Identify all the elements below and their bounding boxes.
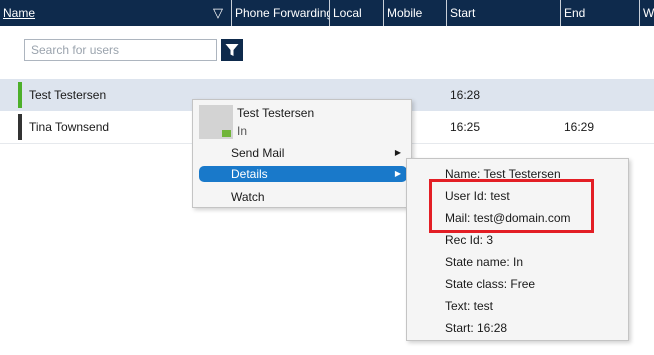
submenu-arrow-icon: ▶ bbox=[394, 169, 401, 178]
detail-text: Text: test bbox=[445, 299, 494, 313]
column-header-local[interactable]: Local bbox=[330, 0, 384, 26]
column-header-start-label: Start bbox=[450, 6, 476, 20]
row-start: 16:25 bbox=[450, 120, 481, 134]
avatar bbox=[199, 105, 233, 139]
highlight-annotation bbox=[429, 179, 594, 233]
column-header-start[interactable]: Start bbox=[447, 0, 561, 26]
menu-item-watch[interactable]: Watch bbox=[199, 188, 407, 206]
filter-button[interactable] bbox=[221, 39, 243, 61]
column-header-local-label: Local bbox=[333, 6, 362, 20]
detail-state-name: State name: In bbox=[445, 255, 524, 269]
row-name: Test Testersen bbox=[29, 88, 107, 102]
row-end: 16:29 bbox=[564, 120, 595, 134]
submenu-arrow-icon: ▶ bbox=[394, 148, 401, 157]
status-indicator bbox=[18, 82, 22, 108]
context-user-state: In bbox=[237, 124, 248, 138]
column-header-w-label: W bbox=[643, 6, 654, 20]
filter-icon bbox=[225, 44, 239, 56]
column-header-mobile-label: Mobile bbox=[387, 6, 423, 20]
column-header-mobile[interactable]: Mobile bbox=[384, 0, 447, 26]
detail-rec-id: Rec Id: 3 bbox=[445, 233, 494, 247]
column-header-phone-forwarding[interactable]: Phone Forwarding bbox=[232, 0, 330, 26]
detail-start: Start: 16:28 bbox=[445, 321, 508, 335]
column-header-end-label: End bbox=[564, 6, 586, 20]
column-header-name-label: Name bbox=[3, 6, 36, 20]
row-start: 16:28 bbox=[450, 88, 481, 102]
column-header-w[interactable]: W bbox=[640, 0, 654, 26]
menu-item-label: Details bbox=[231, 167, 268, 181]
search-input[interactable] bbox=[24, 39, 217, 61]
menu-item-label: Watch bbox=[231, 190, 265, 204]
column-header-name[interactable]: Name ▽ bbox=[0, 0, 232, 26]
row-name: Tina Townsend bbox=[29, 120, 110, 134]
details-submenu: Name: Test Testersen User Id: test Mail:… bbox=[406, 158, 629, 341]
column-header-phone-forwarding-label: Phone Forwarding bbox=[235, 6, 330, 20]
menu-item-label: Send Mail bbox=[231, 146, 285, 160]
detail-state-class: State class: Free bbox=[445, 277, 536, 291]
table-header: Name ▽ Phone Forwarding Local Mobile Sta… bbox=[0, 0, 654, 26]
context-menu: Test Testersen In Send Mail ▶ Details ▶ … bbox=[192, 99, 412, 208]
status-indicator bbox=[18, 114, 22, 140]
presence-icon bbox=[222, 130, 231, 137]
column-header-end[interactable]: End bbox=[561, 0, 640, 26]
menu-item-details[interactable]: Details ▶ bbox=[199, 166, 407, 182]
context-user-name: Test Testersen bbox=[237, 106, 315, 120]
menu-item-send-mail[interactable]: Send Mail ▶ bbox=[199, 144, 407, 162]
sort-triangle-icon[interactable]: ▽ bbox=[213, 0, 223, 26]
